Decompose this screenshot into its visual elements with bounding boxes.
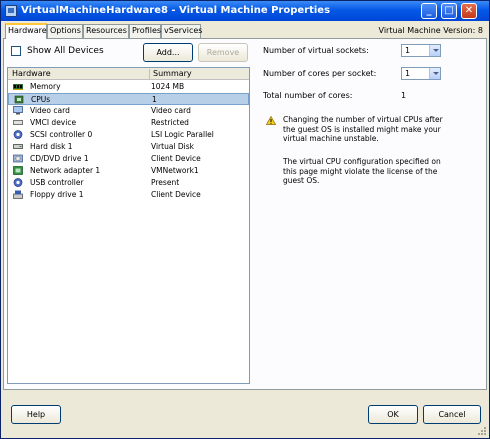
vm-properties-window: VirtualMachineHardware8 - Virtual Machin… — [0, 0, 490, 439]
scsi-controller-icon — [13, 130, 23, 139]
hardware-row-vmci-device[interactable]: VMCI device Restricted — [8, 117, 249, 129]
title-bar[interactable]: VirtualMachineHardware8 - Virtual Machin… — [1, 1, 489, 21]
show-all-devices-checkbox[interactable] — [11, 46, 21, 56]
window-title: VirtualMachineHardware8 - Virtual Machin… — [21, 5, 331, 16]
tab-resources[interactable]: Resources — [83, 24, 129, 38]
cd-dvd-icon — [13, 154, 23, 163]
tab-vservices[interactable]: vServices — [161, 24, 202, 38]
hardware-row-cpus[interactable]: CPUs 1 — [8, 93, 249, 105]
minimize-button[interactable]: _ — [421, 3, 437, 19]
total-cores-label: Total number of cores: — [263, 91, 353, 100]
tab-hardware[interactable]: Hardware — [5, 23, 47, 39]
hardware-summary: Virtual Disk — [151, 142, 195, 151]
hardware-name: Floppy drive 1 — [30, 190, 84, 199]
hardware-summary: Present — [151, 178, 180, 187]
hardware-name: Memory — [30, 82, 61, 91]
cores-per-socket-select[interactable]: 1 — [401, 67, 441, 80]
cancel-button[interactable]: Cancel — [423, 405, 481, 424]
cpu-icon — [14, 95, 24, 104]
hardware-summary: VMNetwork1 — [151, 166, 199, 175]
hardware-row-network-adapter[interactable]: Network adapter 1 VMNetwork1 — [8, 165, 249, 177]
hardware-summary: Client Device — [151, 190, 201, 199]
remove-button[interactable]: Remove — [198, 43, 248, 62]
chevron-down-icon[interactable] — [429, 45, 440, 56]
cpu-license-notice: The virtual CPU configuration specified … — [283, 157, 441, 185]
hardware-name: VMCI device — [30, 118, 77, 127]
hardware-row-video-card[interactable]: Video card Video card — [8, 105, 249, 117]
cpu-change-warning: Changing the number of virtual CPUs afte… — [283, 115, 443, 143]
column-separator — [149, 69, 150, 79]
hardware-name: Network adapter 1 — [30, 166, 101, 175]
hardware-row-hard-disk[interactable]: Hard disk 1 Virtual Disk — [8, 141, 249, 153]
total-cores-value: 1 — [401, 91, 407, 100]
sockets-label: Number of virtual sockets: — [263, 46, 369, 55]
vmci-device-icon — [13, 120, 23, 125]
floppy-drive-icon — [13, 190, 23, 199]
hardware-summary: Client Device — [151, 154, 201, 163]
hardware-row-cd-dvd[interactable]: CD/DVD drive 1 Client Device — [8, 153, 249, 165]
column-hardware[interactable]: Hardware — [12, 69, 51, 79]
hardware-name: CPUs — [31, 95, 51, 104]
add-button[interactable]: Add... — [143, 43, 193, 62]
hardware-list-header: Hardware Summary — [8, 68, 249, 80]
hardware-row-floppy-drive[interactable]: Floppy drive 1 Client Device — [8, 189, 249, 201]
tab-options[interactable]: Options — [47, 24, 83, 38]
hardware-name: SCSI controller 0 — [30, 130, 93, 139]
video-card-icon — [13, 106, 23, 115]
hardware-row-usb-controller[interactable]: USB controller Present — [8, 177, 249, 189]
hardware-name: Hard disk 1 — [30, 142, 73, 151]
show-all-devices-label[interactable]: Show All Devices — [27, 45, 104, 57]
ok-button[interactable]: OK — [368, 405, 418, 424]
hardware-summary: Video card — [151, 106, 191, 115]
chevron-down-icon[interactable] — [429, 68, 440, 79]
maximize-button[interactable]: □ — [441, 3, 457, 19]
hardware-name: USB controller — [30, 178, 84, 187]
warning-icon — [266, 116, 276, 125]
tab-profiles[interactable]: Profiles — [129, 24, 161, 38]
hardware-name: Video card — [30, 106, 70, 115]
hardware-row-memory[interactable]: Memory 1024 MB — [8, 81, 249, 93]
sockets-select[interactable]: 1 — [401, 44, 441, 57]
vm-version: Virtual Machine Version: 8 — [378, 26, 483, 35]
resize-grip-icon[interactable] — [477, 426, 487, 436]
hardware-summary: LSI Logic Parallel — [151, 130, 214, 139]
cores-per-socket-label: Number of cores per socket: — [263, 69, 377, 78]
window-app-icon — [5, 5, 17, 17]
close-button[interactable]: ✕ — [461, 3, 477, 19]
network-adapter-icon — [13, 166, 23, 175]
hard-disk-icon — [13, 144, 23, 149]
usb-controller-icon — [13, 178, 23, 187]
cores-per-socket-value: 1 — [405, 69, 411, 78]
sockets-value: 1 — [405, 46, 411, 55]
hardware-summary: 1 — [152, 95, 157, 104]
memory-icon — [13, 84, 23, 90]
help-button[interactable]: Help — [11, 405, 61, 424]
hardware-summary: Restricted — [151, 118, 189, 127]
hardware-row-scsi-controller[interactable]: SCSI controller 0 LSI Logic Parallel — [8, 129, 249, 141]
column-summary[interactable]: Summary — [153, 69, 192, 79]
hardware-name: CD/DVD drive 1 — [30, 154, 89, 163]
hardware-summary: 1024 MB — [151, 82, 185, 91]
hardware-list[interactable]: Hardware Summary Memory 1024 MB CPUs 1 V… — [7, 67, 250, 384]
